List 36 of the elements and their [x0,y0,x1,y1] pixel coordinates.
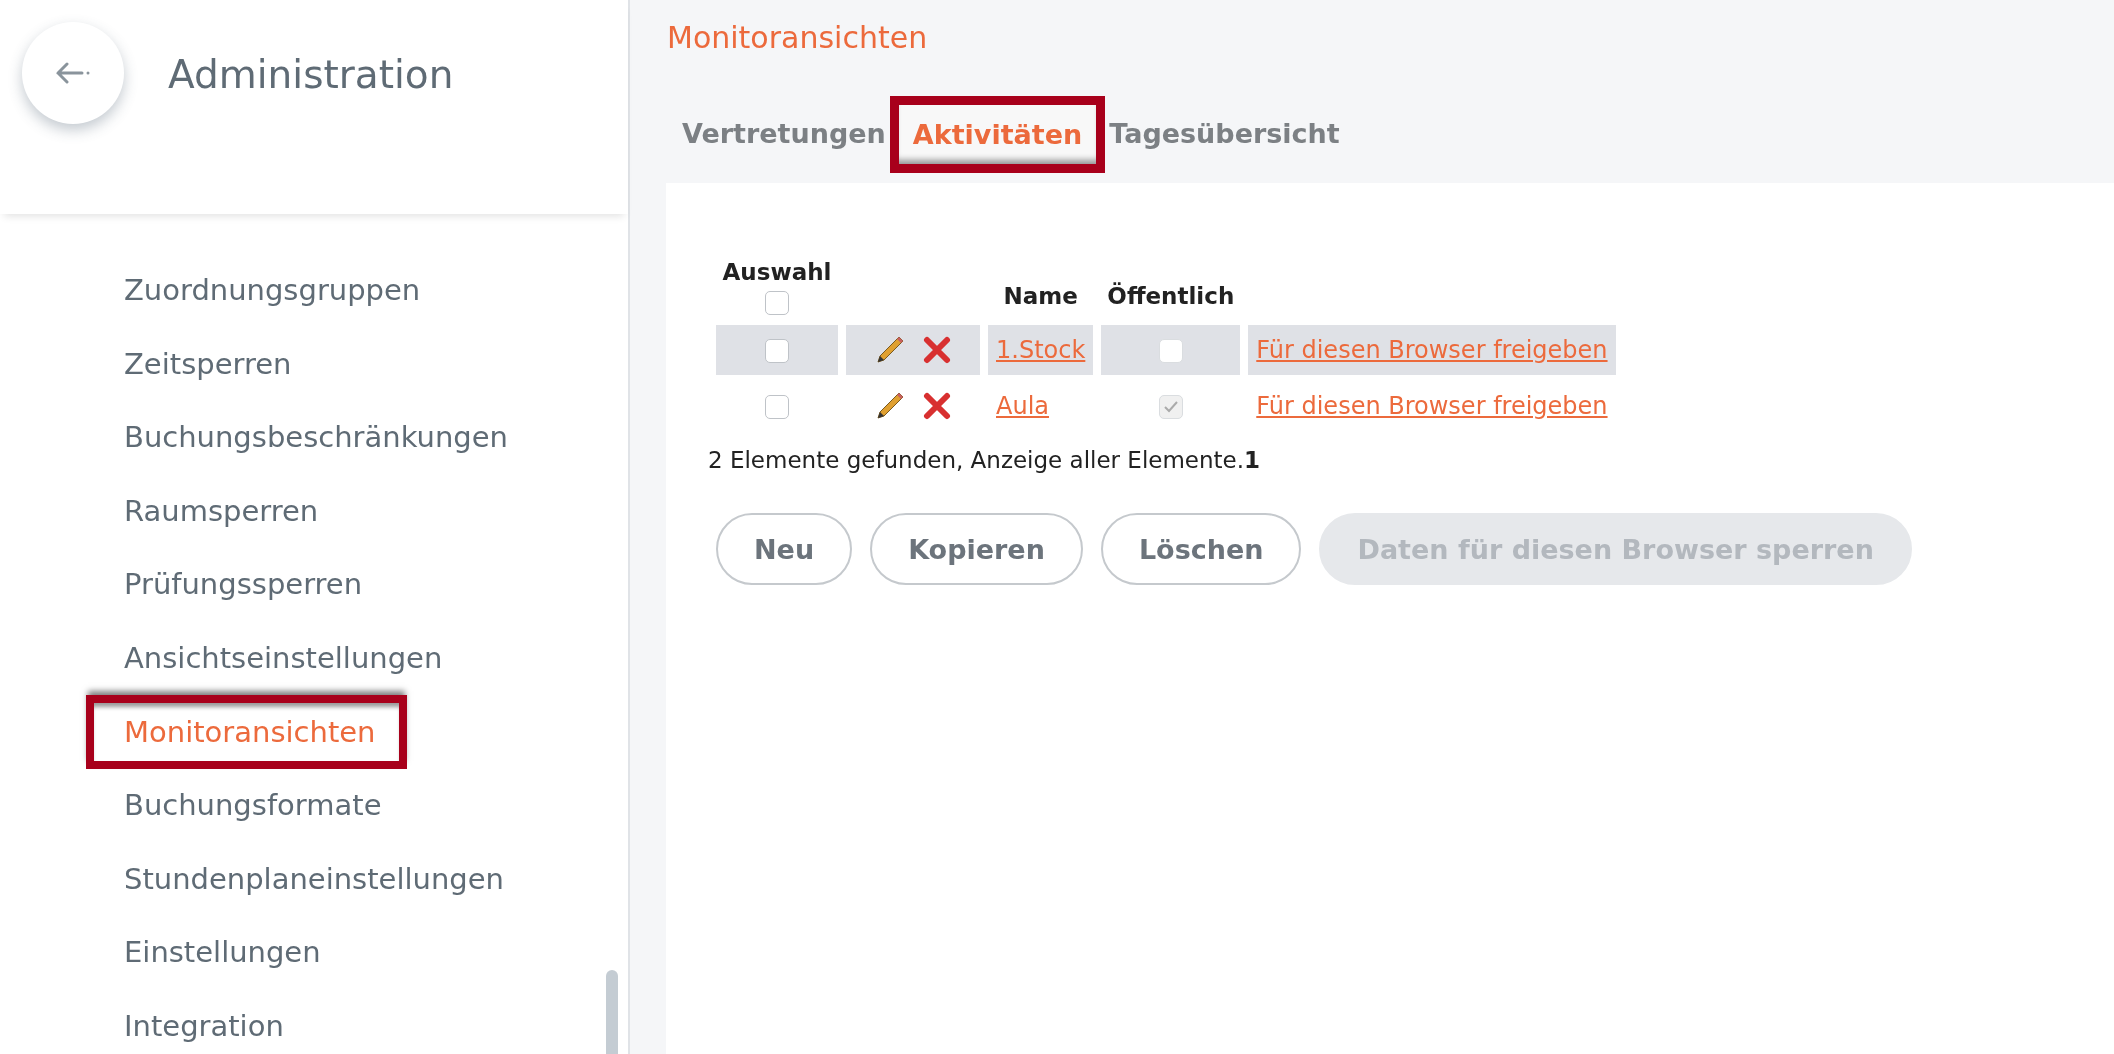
tab[interactable]: Aktivitäten [889,96,1106,173]
tab[interactable]: Vertretungen [678,96,890,171]
row-checkbox[interactable] [765,339,789,363]
sidebar-item[interactable]: Buchungsbeschränkungen [124,401,508,475]
tab[interactable]: Tagesübersicht [1105,96,1344,171]
sidebar-item[interactable]: Zuordnungsgruppen [124,254,421,328]
sidebar-item[interactable]: Prüfungssperren [124,548,363,622]
select-all-checkbox[interactable] [765,291,789,315]
sidebar-item[interactable]: Integration [124,989,284,1054]
back-arrow-icon [56,62,90,84]
pencil-icon[interactable] [875,391,905,421]
sidebar-item[interactable]: Buchungsformate [124,769,382,843]
share-link[interactable]: Für diesen Browser freigeben [1256,392,1608,420]
name-link[interactable]: Aula [996,392,1049,420]
sidebar-item[interactable]: Ansichtseinstellungen [124,621,443,695]
back-button[interactable] [22,22,124,124]
page-title: Monitoransichten [666,19,929,57]
check-icon [1163,401,1178,413]
sidebar-title: Administration [168,52,454,97]
sidebar-item[interactable]: Zeitsperren [124,327,292,401]
column-header: Name [1003,283,1078,309]
row-checkbox[interactable] [765,395,789,419]
action-button[interactable]: Löschen [1100,513,1302,585]
action-button[interactable]: Neu [716,513,853,585]
pencil-icon[interactable] [875,335,905,365]
sidebar-item[interactable]: Stundenplaneinstellungen [124,842,504,916]
delete-x-icon[interactable] [923,392,951,420]
column-header: Öffentlich [1107,283,1235,309]
scrollbar[interactable] [606,970,618,1054]
action-button[interactable]: Kopieren [870,513,1083,585]
sidebar-item[interactable]: Monitoransichten [86,695,408,769]
sidebar-item[interactable]: Einstellungen [124,916,321,990]
column-header: Auswahl [722,259,832,285]
delete-x-icon[interactable] [923,336,951,364]
result-summary: 2 Elemente gefunden, Anzeige aller Elemente.1 [708,446,1262,473]
sidebar-item[interactable]: Raumsperren [124,474,319,548]
